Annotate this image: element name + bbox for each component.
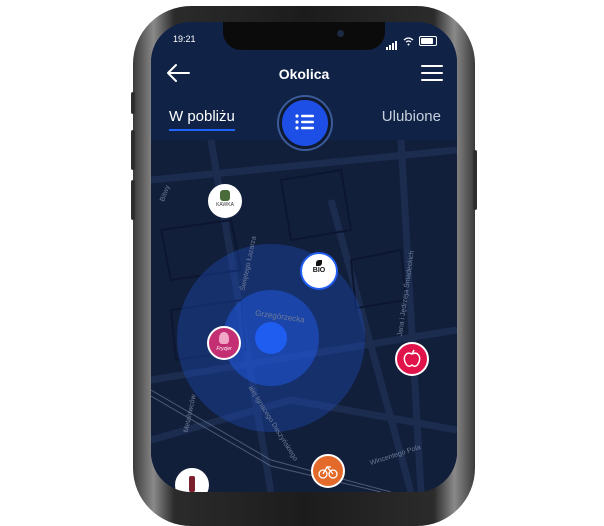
tab-favorites[interactable]: Ulubione [382, 108, 441, 125]
front-camera [337, 30, 344, 37]
battery-icon [419, 36, 437, 46]
poi-marker-coffee[interactable]: KAWKA [208, 184, 242, 218]
poi-marker-bike[interactable] [311, 454, 345, 488]
status-icons [386, 32, 437, 50]
list-view-button[interactable] [279, 97, 331, 149]
map-view[interactable]: Świętego Łazarza Grzegórzecka Jana i Jęd… [151, 140, 457, 492]
coffee-cup-icon [220, 190, 230, 201]
volume-down-button [131, 180, 135, 220]
poi-label: Fryzjer [216, 346, 232, 352]
tab-nearby[interactable]: W pobliżu [169, 108, 235, 125]
phone-notch [223, 22, 385, 50]
poi-label: BIO [312, 267, 326, 274]
tab-active-indicator [169, 129, 235, 131]
hamburger-menu-icon[interactable] [421, 64, 443, 82]
app-screen: Świętego Łazarza Grzegórzecka Jana i Jęd… [151, 22, 457, 492]
list-icon [295, 114, 314, 130]
power-button [473, 150, 477, 210]
signal-icon [386, 32, 398, 50]
poi-label: KAWKA [216, 202, 234, 208]
poi-marker-fruit[interactable] [395, 342, 429, 376]
poi-marker-bio[interactable]: BIO [302, 254, 336, 288]
page-title: Okolica [278, 66, 330, 82]
status-time: 19:21 [173, 34, 196, 44]
apple-icon [403, 349, 421, 367]
user-location-marker [255, 322, 287, 354]
wifi-icon [403, 36, 414, 45]
poi-marker-beauty[interactable]: Fryzjer [207, 326, 241, 360]
volume-up-button [131, 130, 135, 170]
mute-switch [131, 92, 135, 114]
woman-silhouette-icon [219, 332, 229, 344]
wine-bottle-icon [189, 476, 195, 492]
leaf-icon [316, 260, 322, 266]
